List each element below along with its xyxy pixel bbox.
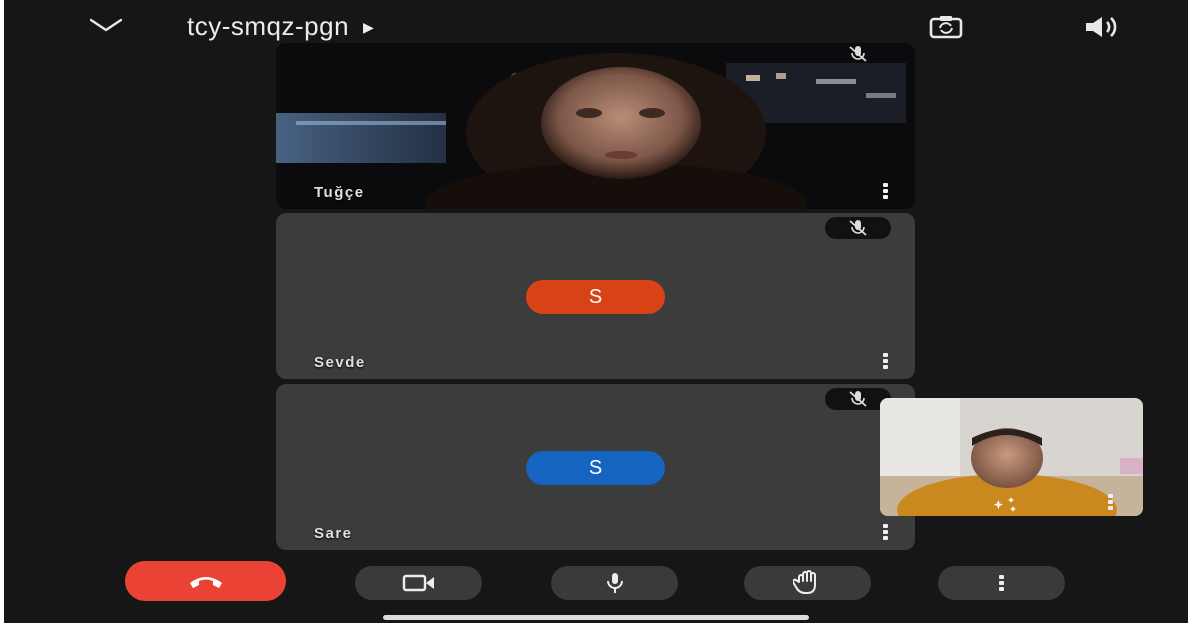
meeting-code-text: tcy-smqz-pgn xyxy=(187,11,350,41)
speaker-icon[interactable] xyxy=(1083,14,1121,40)
microphone-icon xyxy=(606,573,623,593)
participant-name: Sevde xyxy=(314,354,366,371)
chevron-down-icon[interactable] xyxy=(86,14,126,38)
avatar: S xyxy=(526,451,665,485)
more-vert-icon[interactable] xyxy=(883,524,889,540)
hand-icon xyxy=(792,570,816,594)
phone-hangup-icon xyxy=(189,577,222,588)
play-arrow-icon: ▶ xyxy=(363,19,375,35)
participant-video xyxy=(276,43,915,209)
end-call-button[interactable] xyxy=(125,561,286,601)
sparkle-icon[interactable] xyxy=(984,495,1024,513)
more-options-button[interactable] xyxy=(938,566,1065,600)
mic-off-icon xyxy=(849,220,867,236)
participant-name: Tuğçe xyxy=(314,184,365,201)
muted-indicator xyxy=(825,217,891,239)
muted-indicator xyxy=(825,43,891,65)
mic-off-icon xyxy=(849,391,867,407)
top-bar: tcy-smqz-pgn ▶ xyxy=(0,0,1192,48)
video-camera-icon xyxy=(402,574,434,592)
call-controls xyxy=(0,558,1192,608)
meet-call-screen: tcy-smqz-pgn ▶ Tuğçe S Sevde S Sare xyxy=(0,0,1192,623)
raise-hand-button[interactable] xyxy=(744,566,871,600)
microphone-toggle-button[interactable] xyxy=(551,566,678,600)
avatar: S xyxy=(526,280,665,314)
self-view[interactable] xyxy=(880,398,1143,516)
mic-off-icon xyxy=(849,46,867,62)
more-vert-icon[interactable] xyxy=(1108,494,1114,510)
screen-edge-right xyxy=(1188,0,1192,623)
screen-edge-left xyxy=(0,0,4,623)
home-indicator[interactable] xyxy=(383,615,809,620)
more-vert-icon[interactable] xyxy=(883,183,889,199)
switch-camera-icon[interactable] xyxy=(928,14,964,40)
participant-tile-sevde[interactable]: S Sevde xyxy=(276,213,915,379)
meeting-code[interactable]: tcy-smqz-pgn ▶ xyxy=(187,10,374,43)
camera-toggle-button[interactable] xyxy=(355,566,482,600)
more-vert-icon xyxy=(998,575,1004,591)
more-vert-icon[interactable] xyxy=(883,353,889,369)
participant-tile-sare[interactable]: S Sare xyxy=(276,384,915,550)
participant-tile-tugce[interactable]: Tuğçe xyxy=(276,43,915,209)
participant-name: Sare xyxy=(314,525,353,542)
